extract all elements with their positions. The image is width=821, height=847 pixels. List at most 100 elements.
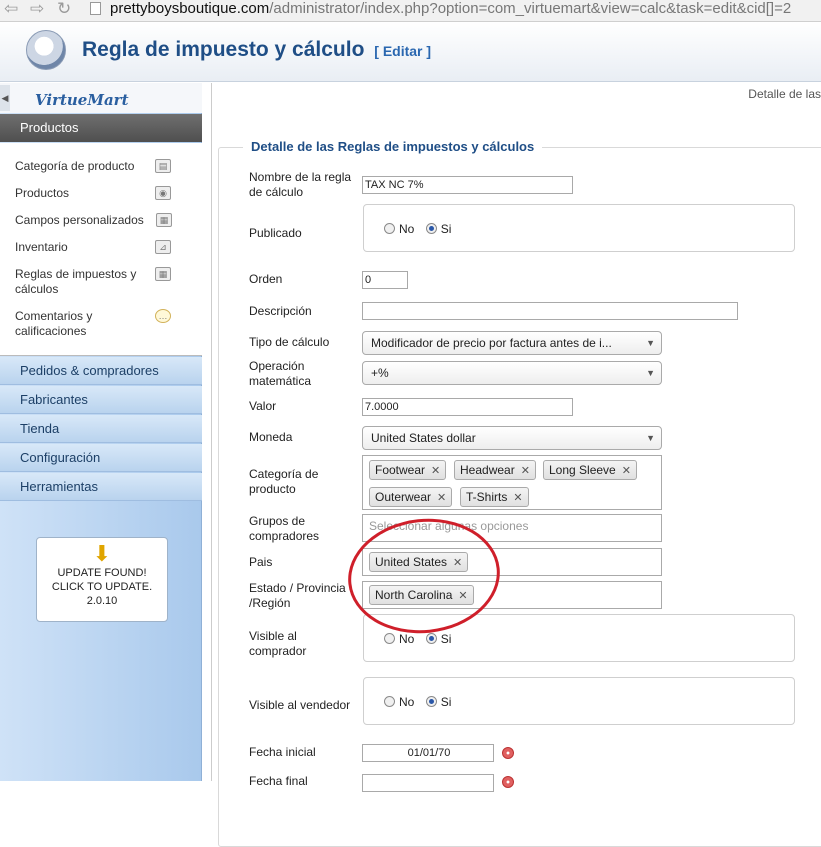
end-date-label: Fecha final [249,774,308,788]
back-arrow-icon[interactable]: ⇦ [4,0,18,18]
visible-vendor-yes-radio[interactable] [425,696,437,708]
sidebar-section-fabricantes[interactable]: Fabricantes [0,386,202,414]
page-header: Regla de impuesto y cálculo [ Editar ] [0,22,821,82]
state-chip[interactable]: North Carolina ✕ [369,585,474,605]
download-arrow-icon: ⬇ [92,541,112,566]
reload-icon[interactable]: ↻ [57,0,71,18]
operation-value: +% [371,366,389,380]
collapse-sidebar-icon[interactable]: ◀ [0,85,10,111]
operation-label: Operación matemática [249,359,312,388]
chip-label: United States [375,555,448,569]
visible-buyer-no-radio[interactable] [384,633,395,645]
custom-fields-icon: ▦ [156,213,172,227]
calendar-icon[interactable] [502,776,514,788]
sidebar-item-label: Reglas de impuestos y cálculos [15,267,137,296]
description-input[interactable] [362,302,738,320]
chip-label: Headwear [460,463,515,477]
sidebar-item-comentarios[interactable]: Comentarios y calificaciones … [15,309,171,339]
remove-chip-icon[interactable]: ✕ [453,557,462,569]
order-input[interactable]: 0 [362,271,408,289]
value-label: Valor [249,399,277,413]
remove-chip-icon[interactable]: ✕ [622,465,631,477]
shopper-groups-placeholder: Seleccionar algunas opciones [369,519,529,533]
fieldset-legend: Detalle de las Reglas de impuestos y cál… [243,139,543,154]
sidebar: ◀ VirtueMart Productos Categoría de prod… [0,83,202,781]
remove-chip-icon[interactable]: ✕ [513,492,522,504]
state-label: Estado / Provincia /Región [249,581,346,610]
name-label: Nombre de la regla de cálculo [249,170,352,199]
start-date-input[interactable]: 01/01/70 [362,744,494,762]
chip-label: T-Shirts [466,490,508,504]
chip-label: North Carolina [375,588,453,602]
url-field[interactable]: prettyboysboutique.com/administrator/ind… [110,0,791,18]
visible-vendor-label: Visible al vendedor [249,698,351,712]
url-host: prettyboysboutique.com [110,0,270,17]
virtuemart-logo: ◀ VirtueMart [0,83,202,113]
sidebar-item-campos[interactable]: Campos personalizados ▦ [15,213,195,228]
category-chip[interactable]: Footwear ✕ [369,460,447,480]
url-path: /administrator/index.php?option=com_virt… [269,0,792,17]
chip-label: Footwear [375,463,426,477]
currency-select[interactable]: United States dollar ▼ [362,426,662,450]
calc-type-select[interactable]: Modificador de precio por factura antes … [362,331,662,355]
sidebar-item-productos[interactable]: Productos ◉ [15,186,195,201]
update-version: 2.0.10 [86,595,118,607]
sidebar-item-label: Productos [15,186,70,200]
category-chip[interactable]: T-Shirts ✕ [460,487,529,507]
sidebar-section-herramientas[interactable]: Herramientas [0,473,202,501]
sidebar-section-configuracion[interactable]: Configuración [0,444,202,472]
currency-value: United States dollar [371,431,476,445]
calculator-icon: ▦ [155,267,171,281]
shopper-groups-label: Grupos de compradores [249,514,320,543]
sidebar-item-categoria[interactable]: Categoría de producto ▤ [15,159,195,174]
category-chip[interactable]: Headwear ✕ [454,460,536,480]
operation-select[interactable]: +% ▼ [362,361,662,385]
country-multiselect[interactable]: United States ✕ [362,548,662,576]
country-label: Pais [249,555,273,569]
sidebar-item-label: Comentarios y calificaciones [15,309,93,338]
start-date-label: Fecha inicial [249,745,316,759]
sidebar-item-inventario[interactable]: Inventario ⊿ [15,240,195,255]
visible-buyer-radio-group: No Si [363,614,795,662]
published-yes-radio[interactable] [425,223,437,235]
remove-chip-icon[interactable]: ✕ [431,465,440,477]
sidebar-item-label: Inventario [15,240,68,254]
remove-chip-icon[interactable]: ✕ [458,590,467,602]
joomla-logo-icon [26,30,66,70]
state-multiselect[interactable]: North Carolina ✕ [362,581,662,609]
category-chip[interactable]: Long Sleeve ✕ [543,460,637,480]
visible-buyer-yes-radio[interactable] [425,633,437,645]
published-no-radio[interactable] [384,223,395,235]
sidebar-item-reglas[interactable]: Reglas de impuestos y cálculos ▦ [15,267,171,297]
remove-chip-icon[interactable]: ✕ [521,465,530,477]
value-input[interactable]: 7.0000 [362,398,573,416]
country-chip[interactable]: United States ✕ [369,552,469,572]
order-label: Orden [249,272,283,286]
categories-multiselect[interactable]: Footwear ✕ Headwear ✕ Long Sleeve ✕ Outerwe… [362,455,662,510]
sidebar-section-productos[interactable]: Productos [0,114,202,142]
category-chip[interactable]: Outerwear ✕ [369,487,453,507]
breadcrumb: Detalle de las [748,87,821,101]
categories-label: Categoría de producto [249,467,319,496]
chevron-down-icon: ▼ [646,368,655,378]
update-message: UPDATE FOUND! CLICK TO UPDATE. [51,567,153,593]
name-input[interactable]: TAX NC 7% [362,176,573,194]
sidebar-section-tienda[interactable]: Tienda [0,415,202,443]
published-yes-label: Si [440,221,452,236]
remove-chip-icon[interactable]: ✕ [437,492,446,504]
shopper-groups-multiselect[interactable]: Seleccionar algunas opciones [362,514,662,542]
sidebar-section-pedidos[interactable]: Pedidos & compradores [0,357,202,385]
end-date-input[interactable] [362,774,494,792]
forward-arrow-icon[interactable]: ⇨ [30,0,44,18]
calendar-icon[interactable] [502,747,514,759]
calc-type-value: Modificador de precio por factura antes … [371,336,612,350]
page-title: Regla de impuesto y cálculo [ Editar ] [82,38,431,62]
visible-vendor-no-radio[interactable] [384,696,395,708]
visible-vendor-yes-label: Si [440,694,452,709]
edit-label: [ Editar ] [374,43,432,59]
update-notice-button[interactable]: ⬇ UPDATE FOUND! CLICK TO UPDATE. 2.0.10 [36,537,168,622]
camera-icon: ◉ [155,186,171,200]
visible-vendor-radio-group: No Si [363,677,795,725]
chevron-down-icon: ▼ [646,433,655,443]
published-radio-group: No Si [363,204,795,252]
